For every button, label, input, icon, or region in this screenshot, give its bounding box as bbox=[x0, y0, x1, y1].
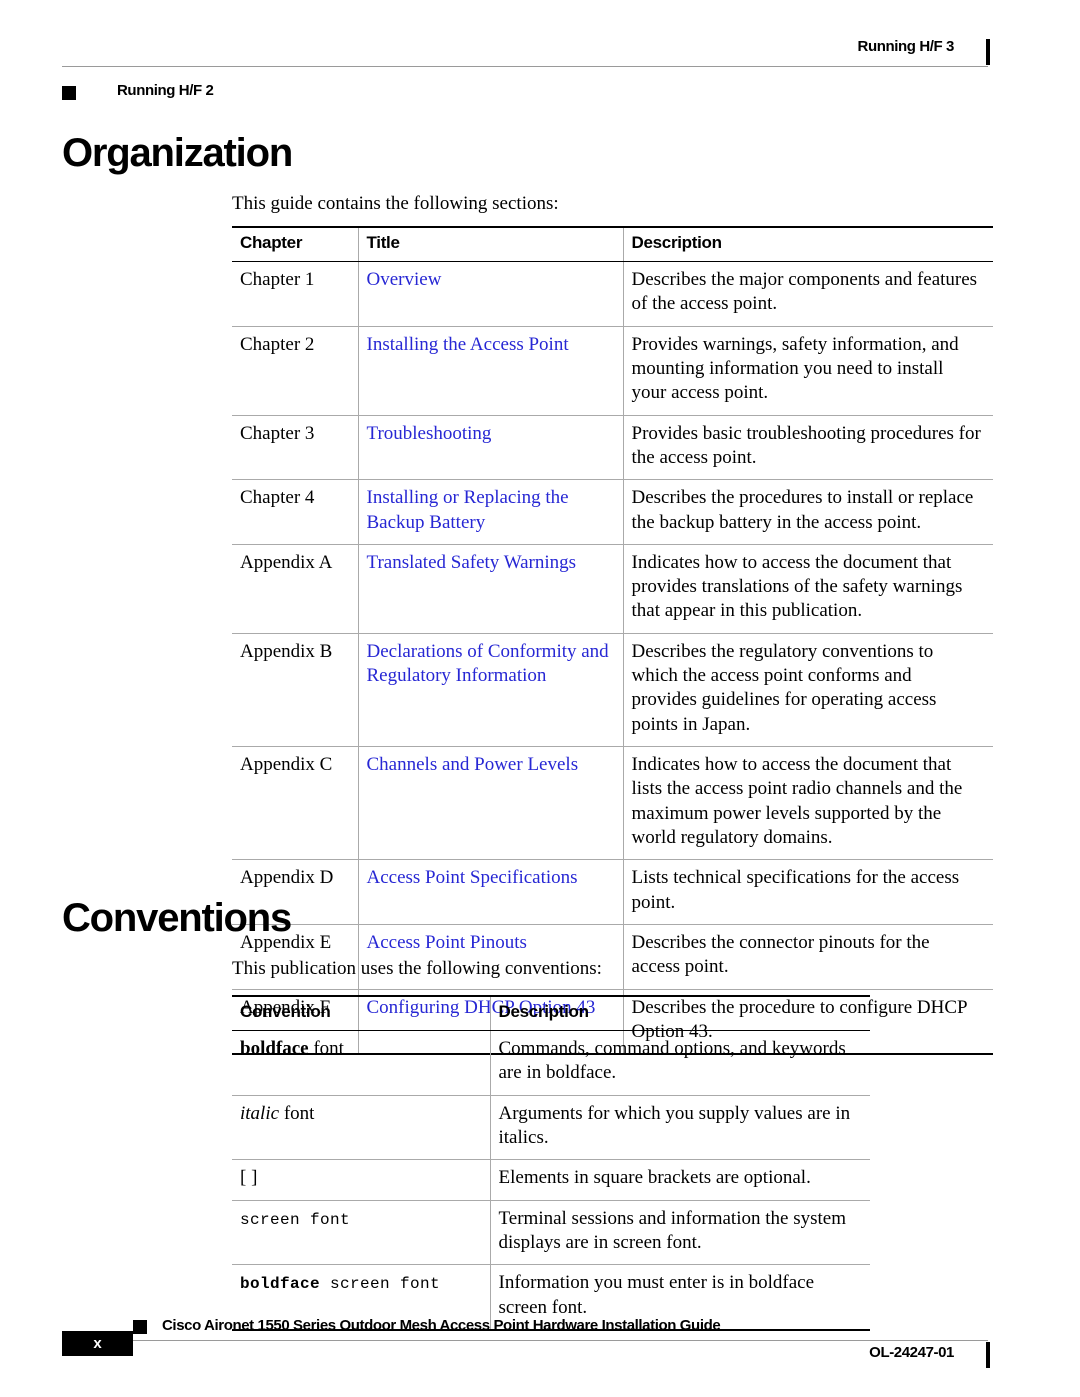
cell-chapter: Appendix B bbox=[232, 633, 358, 748]
table-row: Appendix C Channels and Power Levels Ind… bbox=[232, 746, 993, 861]
organization-lead-text: This guide contains the following sectio… bbox=[232, 193, 559, 214]
table-row: boldface font Commands, command options,… bbox=[232, 1030, 870, 1096]
xref-link[interactable]: Installing or Replacing the Backup Batte… bbox=[367, 487, 569, 532]
cell-description: Indicates how to access the document tha… bbox=[622, 746, 993, 861]
table-header-row: Chapter Title Description bbox=[232, 226, 993, 262]
xref-link[interactable]: Access Point Pinouts bbox=[367, 932, 527, 953]
cell-title: Declarations of Conformity and Regulator… bbox=[357, 633, 623, 748]
cell-chapter: Appendix A bbox=[232, 544, 358, 634]
column-header-description: Description bbox=[622, 226, 993, 262]
header-right-text: Running H/F 3 bbox=[857, 38, 955, 55]
cell-chapter: Chapter 3 bbox=[232, 415, 358, 481]
convention-sample-rest: font bbox=[279, 1102, 315, 1124]
organization-table: Chapter Title Description Chapter 1 Over… bbox=[232, 226, 993, 1056]
xref-link[interactable]: Installing the Access Point bbox=[367, 334, 569, 355]
header-left-text: Running H/F 2 bbox=[117, 82, 214, 99]
cell-title: Troubleshooting bbox=[357, 415, 623, 481]
table-row: Chapter 4 Installing or Replacing the Ba… bbox=[232, 479, 993, 545]
convention-sample-bold: boldface bbox=[240, 1038, 309, 1059]
page-title-conventions: Conventions bbox=[62, 896, 292, 940]
cell-title: Installing the Access Point bbox=[357, 326, 623, 416]
column-header-description: Description bbox=[489, 995, 870, 1031]
cell-title: Translated Safety Warnings bbox=[357, 544, 623, 634]
cell-convention: [ ] bbox=[232, 1159, 490, 1201]
table-row: Appendix D Access Point Specifications L… bbox=[232, 859, 993, 925]
cell-title: Overview bbox=[357, 261, 623, 327]
column-header-convention: Convention bbox=[232, 995, 490, 1031]
xref-link[interactable]: Translated Safety Warnings bbox=[367, 552, 577, 573]
cell-chapter: Chapter 4 bbox=[232, 479, 358, 545]
cell-description: Provides basic troubleshooting procedure… bbox=[622, 415, 993, 481]
table-row: italic font Arguments for which you supp… bbox=[232, 1095, 870, 1161]
cell-chapter: Chapter 1 bbox=[232, 261, 358, 327]
table-row: Appendix A Translated Safety Warnings In… bbox=[232, 544, 993, 634]
running-footer: x Cisco Aironet 1550 Series Outdoor Mesh… bbox=[62, 1317, 990, 1368]
convention-sample-brackets: [ ] bbox=[240, 1167, 258, 1189]
running-header: Running H/F 2 Running H/F 3 bbox=[62, 38, 990, 100]
table-row: Chapter 2 Installing the Access Point Pr… bbox=[232, 326, 993, 416]
xref-link[interactable]: Overview bbox=[367, 269, 442, 290]
cell-convention: italic font bbox=[232, 1095, 490, 1161]
table-row: Chapter 1 Overview Describes the major c… bbox=[232, 261, 993, 327]
change-bar-icon bbox=[986, 39, 990, 65]
cell-description: Describes the connector pinouts for the … bbox=[622, 924, 993, 990]
footer-bullet-icon bbox=[133, 1320, 147, 1334]
cell-description: Terminal sessions and information the sy… bbox=[489, 1200, 870, 1266]
header-rule bbox=[62, 66, 988, 67]
cell-description: Indicates how to access the document tha… bbox=[622, 544, 993, 634]
footer-rule bbox=[62, 1340, 988, 1341]
footer-guide-title: Cisco Aironet 1550 Series Outdoor Mesh A… bbox=[162, 1317, 721, 1334]
convention-sample-rest: font bbox=[308, 1038, 344, 1059]
table-row: Appendix B Declarations of Conformity an… bbox=[232, 633, 993, 748]
cell-chapter: Chapter 2 bbox=[232, 326, 358, 416]
convention-sample-italic: italic bbox=[240, 1102, 280, 1124]
table-row: [ ] Elements in square brackets are opti… bbox=[232, 1159, 870, 1201]
change-bar-icon bbox=[986, 1342, 990, 1368]
footer-document-number: OL-24247-01 bbox=[869, 1344, 954, 1361]
cell-description: Describes the major components and featu… bbox=[622, 261, 993, 327]
convention-sample-screen: screen font bbox=[240, 1210, 351, 1229]
xref-link[interactable]: Declarations of Conformity and Regulator… bbox=[367, 641, 609, 686]
xref-link[interactable]: Troubleshooting bbox=[367, 423, 492, 444]
cell-description: Commands, command options, and keywords … bbox=[489, 1030, 870, 1096]
convention-sample-rest: screen font bbox=[320, 1275, 441, 1294]
conventions-lead-text: This publication uses the following conv… bbox=[232, 958, 602, 979]
page-title-organization: Organization bbox=[62, 131, 293, 175]
document-page: { "header": { "left_text": "Running H/F … bbox=[0, 0, 1080, 1397]
xref-link[interactable]: Channels and Power Levels bbox=[367, 754, 579, 775]
column-header-title: Title bbox=[357, 226, 623, 262]
convention-sample-screen-bold: boldface bbox=[240, 1275, 321, 1294]
cell-convention: boldface font bbox=[232, 1030, 490, 1096]
cell-chapter: Appendix C bbox=[232, 746, 358, 861]
cell-convention: screen font bbox=[232, 1200, 490, 1266]
cell-description: Describes the procedures to install or r… bbox=[622, 479, 993, 545]
column-header-chapter: Chapter bbox=[232, 226, 358, 262]
xref-link[interactable]: Access Point Specifications bbox=[367, 867, 578, 888]
page-number: x bbox=[93, 1335, 102, 1352]
cell-description: Describes the regulatory conventions to … bbox=[622, 633, 993, 748]
conventions-table: Convention Description boldface font Com… bbox=[232, 995, 870, 1331]
cell-title: Access Point Specifications bbox=[357, 859, 623, 925]
table-row: screen font Terminal sessions and inform… bbox=[232, 1200, 870, 1266]
table-row: Chapter 3 Troubleshooting Provides basic… bbox=[232, 415, 993, 481]
cell-title: Channels and Power Levels bbox=[357, 746, 623, 861]
cell-description: Lists technical specifications for the a… bbox=[622, 859, 993, 925]
cell-title: Installing or Replacing the Backup Batte… bbox=[357, 479, 623, 545]
cell-description: Arguments for which you supply values ar… bbox=[489, 1095, 870, 1161]
cell-description: Elements in square brackets are optional… bbox=[489, 1159, 870, 1201]
cell-description: Provides warnings, safety information, a… bbox=[622, 326, 993, 416]
table-header-row: Convention Description bbox=[232, 995, 870, 1031]
header-bullet-icon bbox=[62, 86, 76, 100]
